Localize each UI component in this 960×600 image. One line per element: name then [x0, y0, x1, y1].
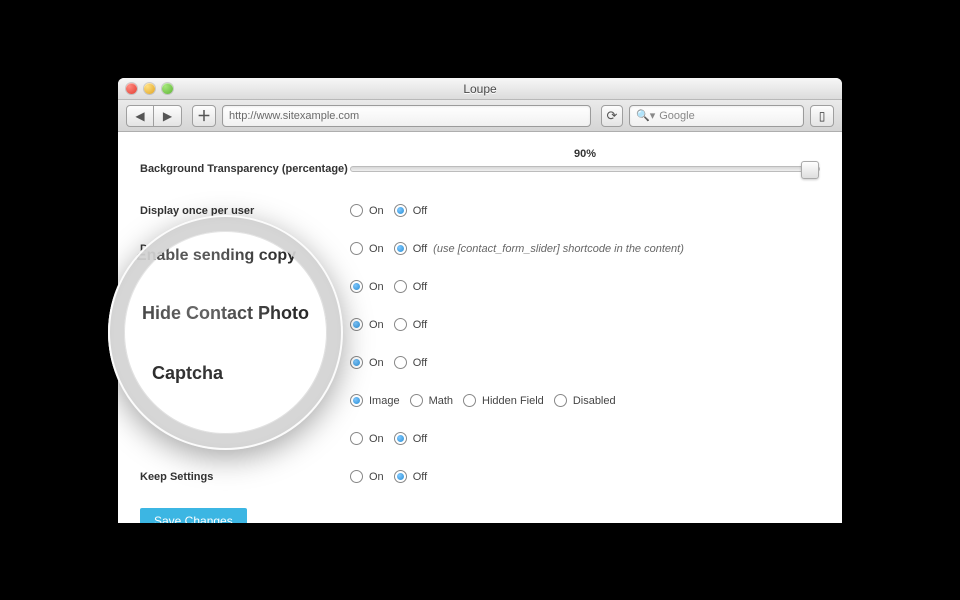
bg-transparency-value: 90% — [350, 148, 820, 160]
reload-button[interactable]: ⟳ — [601, 105, 623, 127]
forward-button[interactable]: ▶ — [154, 105, 182, 127]
off-label: Off — [413, 205, 427, 217]
titlebar: Loupe — [118, 78, 842, 100]
search-bar[interactable]: 🔍▾ Google — [629, 105, 804, 127]
on-label: On — [369, 281, 384, 293]
loupe-line-1: Enable sending copy — [136, 245, 319, 267]
save-changes-button[interactable]: Save Changes — [140, 508, 247, 523]
new-tab-button[interactable]: ＋ — [192, 105, 216, 127]
setting-keep-settings: Keep Settings On Off — [140, 458, 820, 496]
off-label: Off — [413, 471, 427, 483]
off-label: Off — [413, 319, 427, 331]
captcha-opt-image: Image — [369, 395, 400, 407]
display-once-on-radio[interactable] — [350, 204, 363, 217]
keep-settings-on-radio[interactable] — [350, 470, 363, 483]
enable-copy-off-radio[interactable] — [394, 318, 407, 331]
on-label: On — [369, 357, 384, 369]
search-icon: 🔍▾ — [636, 109, 655, 122]
url-text: http://www.sitexample.com — [229, 110, 359, 122]
captcha-opt-disabled: Disabled — [573, 395, 616, 407]
loupe-line-2: Hide Contact Photo — [142, 301, 319, 326]
on-label: On — [369, 319, 384, 331]
loupe-line-3: Captcha — [152, 361, 319, 386]
on-label: On — [369, 433, 384, 445]
loupe-magnifier: Enable sending copy Hide Contact Photo C… — [108, 215, 343, 450]
bg-transparency-label: Background Transparency (percentage) — [140, 163, 350, 175]
nav-buttons: ◀ ▶ — [126, 105, 182, 127]
hide-photo-off-radio[interactable] — [394, 356, 407, 369]
row7-on-radio[interactable] — [350, 432, 363, 445]
captcha-image-radio[interactable] — [350, 394, 363, 407]
on-label: On — [369, 243, 384, 255]
auto-open-on-radio[interactable] — [350, 280, 363, 293]
setting-bg-transparency: Background Transparency (percentage) 90% — [140, 146, 820, 192]
slider-thumb[interactable] — [801, 161, 819, 179]
display-globally-hint: (use [contact_form_slider] shortcode in … — [433, 243, 684, 255]
display-globally-off-radio[interactable] — [394, 242, 407, 255]
back-button[interactable]: ◀ — [126, 105, 154, 127]
keep-settings-label: Keep Settings — [140, 471, 350, 483]
row7-off-radio[interactable] — [394, 432, 407, 445]
off-label: Off — [413, 357, 427, 369]
url-bar[interactable]: http://www.sitexample.com — [222, 105, 591, 127]
off-label: Off — [413, 243, 427, 255]
on-label: On — [369, 471, 384, 483]
captcha-disabled-radio[interactable] — [554, 394, 567, 407]
display-globally-on-radio[interactable] — [350, 242, 363, 255]
captcha-hidden-radio[interactable] — [463, 394, 476, 407]
captcha-opt-hidden: Hidden Field — [482, 395, 544, 407]
bookmarks-button[interactable]: ▯ — [810, 105, 834, 127]
search-placeholder: Google — [659, 110, 694, 122]
display-once-off-radio[interactable] — [394, 204, 407, 217]
on-label: On — [369, 205, 384, 217]
book-icon: ▯ — [819, 109, 826, 123]
captcha-opt-math: Math — [429, 395, 453, 407]
display-once-label: Display once per user — [140, 205, 350, 217]
auto-open-off-radio[interactable] — [394, 280, 407, 293]
keep-settings-off-radio[interactable] — [394, 470, 407, 483]
enable-copy-on-radio[interactable] — [350, 318, 363, 331]
browser-toolbar: ◀ ▶ ＋ http://www.sitexample.com ⟳ 🔍▾ Goo… — [118, 100, 842, 132]
hide-photo-on-radio[interactable] — [350, 356, 363, 369]
bg-transparency-slider[interactable] — [350, 166, 820, 172]
window-title: Loupe — [118, 82, 842, 96]
bg-transparency-slider-wrap: 90% — [350, 166, 820, 172]
captcha-math-radio[interactable] — [410, 394, 423, 407]
off-label: Off — [413, 433, 427, 445]
off-label: Off — [413, 281, 427, 293]
